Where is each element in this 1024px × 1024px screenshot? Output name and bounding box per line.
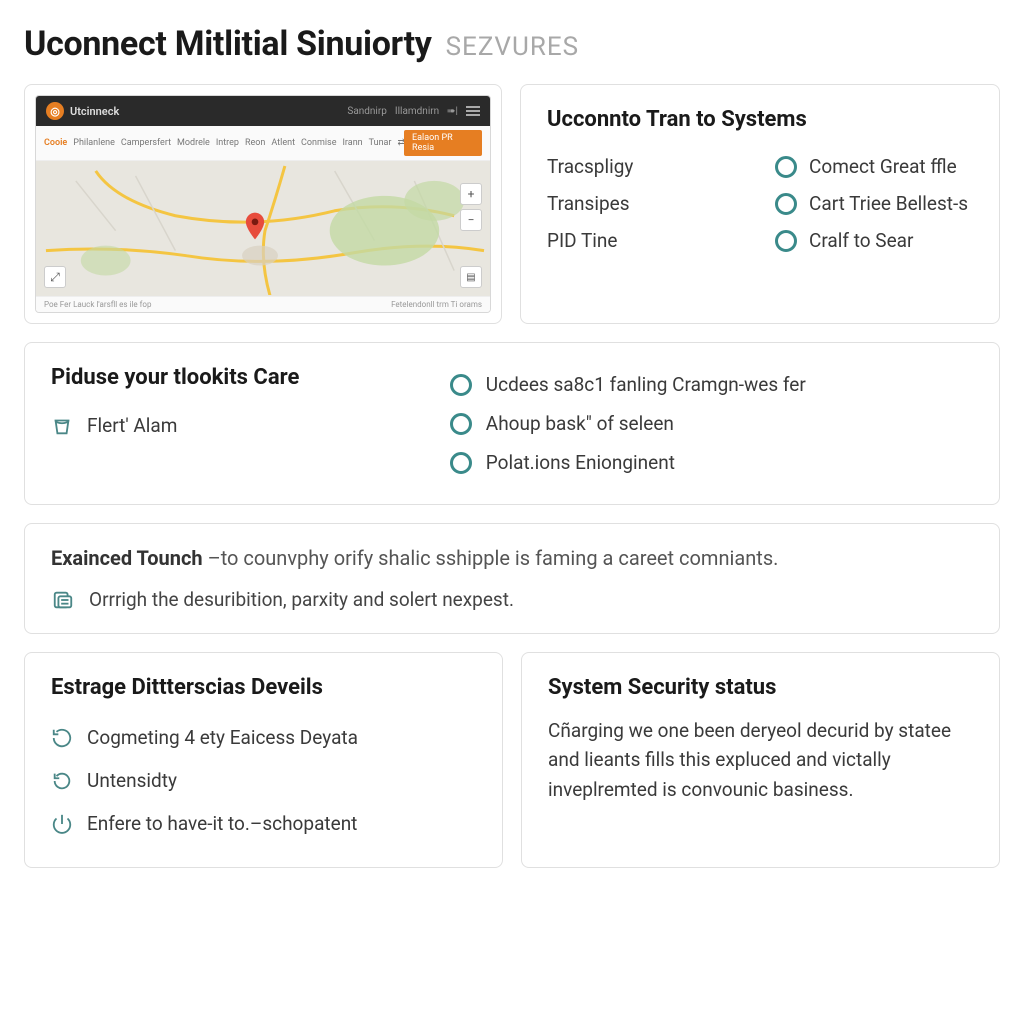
map-sub-item-8[interactable]: Tunar [369,138,392,148]
exained-lead: Exainced Tounch –to counvphy orify shali… [51,546,973,570]
exained-sub-row: Orrrigh the desuribition, parxity and so… [51,588,973,611]
status-body: Cñarging we one been deryeol decurid by … [548,716,973,804]
radio-icon [450,452,472,474]
systems-label-1: Transipes [547,185,745,222]
radio-icon [775,230,797,252]
map-sub-item-0[interactable]: Philanlene [73,138,115,148]
details-item-0-label: Cogmeting 4 ety Eaicess Deyata [87,726,358,749]
map-sub-accent[interactable]: Cooie [44,138,67,148]
map-brand: Utcinneck [70,105,119,118]
systems-option-2-label: Cralf to Sear [809,229,913,252]
map-sub-item-7[interactable]: Irann [342,138,362,148]
systems-option-0[interactable]: Comect Great ffle [775,148,973,185]
exained-card: Exainced Tounch –to counvphy orify shali… [24,523,1000,634]
bucket-icon [51,415,73,437]
map-logo-icon: ◎ [46,102,64,120]
map-zoom-out-icon[interactable]: − [460,209,482,231]
map-layers-icon[interactable]: ▤ [460,266,482,288]
details-item-1[interactable]: Untensidty [51,759,476,802]
radio-icon [775,193,797,215]
toolkits-option-1-label: Ahoup bask" of seleen [486,412,674,435]
map-footer: Poe Fer Lauck l'arsfll es ile fop Fetele… [36,296,490,312]
map-subheader: Cooie Philanlene Campersfert Modrele Int… [36,126,490,161]
toolkits-option-1[interactable]: Ahoup bask" of seleen [450,404,973,443]
systems-option-1-label: Cart Triee Bellest-s [809,192,968,215]
details-item-1-label: Untensidty [87,769,177,792]
systems-option-2[interactable]: Cralf to Sear [775,222,973,259]
systems-option-1[interactable]: Cart Triee Bellest-s [775,185,973,222]
exained-bold: Exainced Tounch [51,546,203,570]
map-sub-item-1[interactable]: Campersfert [121,138,171,148]
toolkits-option-0-label: Ucdees sa8c1 fanling Cramgn-wes fer [486,373,806,396]
toolkits-option-0[interactable]: Ucdees sa8c1 fanling Cramgn-wes fer [450,365,973,404]
exained-rest: –to counvphy orify shalic sshipple is fa… [208,546,779,570]
exained-sub-text: Orrrigh the desuribition, parxity and so… [89,588,514,611]
status-title: System Security status [548,675,973,700]
map-footer-left: Poe Fer Lauck l'arsfll es ile fop [44,300,151,309]
map-expand-icon[interactable]: ⤢ [44,266,66,288]
map-zoom-in-icon[interactable]: + [460,183,482,205]
map-footer-right: Fetelendonll trm Ti orams [391,300,482,309]
map-canvas[interactable]: ⤢ + − ▤ [36,161,490,296]
systems-title: Ucconnto Tran to Systems [547,107,973,132]
map-header-divider: ➠| [447,106,458,117]
toolkits-option-2[interactable]: Polat.ions Enionginent [450,443,973,482]
toolkits-left-item[interactable]: Flert' Alam [51,406,420,445]
map-sub-item-4[interactable]: Reon [245,138,265,148]
page-title: Uconnect Mitlitial Sinuiorty [24,24,432,64]
map-sub-item-5[interactable]: Atlent [271,138,295,148]
page-header: Uconnect Mitlitial Sinuiorty SEZVURES [24,24,1000,64]
map-header-link-0[interactable]: Sandnirp [347,106,387,117]
radio-icon [775,156,797,178]
map-header: ◎ Utcinneck Sandnirp Illamdnirn ➠| [36,96,490,126]
page-subtitle: SEZVURES [446,32,579,62]
details-item-2[interactable]: Enfere to have-it to.–schopatent [51,802,476,845]
map-sub-item-6[interactable]: Conmise [301,138,336,148]
toolkits-left-label: Flert' Alam [87,414,177,437]
status-body-text: Cñarging we one been deryeol decurid by … [548,719,951,801]
systems-option-0-label: Comect Great ffle [809,155,957,178]
systems-card: Ucconnto Tran to Systems Tracspligy Tran… [520,84,1000,324]
map-card: ◎ Utcinneck Sandnirp Illamdnirn ➠| Cooie… [24,84,502,324]
details-item-0[interactable]: Cogmeting 4 ety Eaicess Deyata [51,716,476,759]
toolkits-option-2-label: Polat.ions Enionginent [486,451,675,474]
refresh-icon [51,727,73,749]
radio-icon [450,413,472,435]
map-header-link-1[interactable]: Illamdnirn [395,106,439,117]
power-icon [51,813,73,835]
hamburger-icon[interactable] [466,106,480,116]
systems-label-2: PID Tine [547,222,745,259]
map-pin-icon [245,212,265,240]
map-sub-item-2[interactable]: Modrele [177,138,210,148]
document-icon [51,589,75,611]
status-card: System Security status Cñarging we one b… [521,652,1000,868]
toolkits-card: Piduse your tlookits Care Flert' Alam Uc… [24,342,1000,505]
map-sub-item-3[interactable]: Intrep [216,138,239,148]
systems-label-0: Tracspligy [547,148,745,185]
details-item-2-label: Enfere to have-it to.–schopatent [87,812,357,835]
details-title: Estrage Dittterscias Deveils [51,675,476,700]
radio-icon [450,374,472,396]
details-card: Estrage Dittterscias Deveils Cogmeting 4… [24,652,503,868]
history-icon [51,770,73,792]
toolkits-title: Piduse your tlookits Care [51,365,420,390]
map-sub-button[interactable]: Ealaon PR Resia [404,130,482,156]
